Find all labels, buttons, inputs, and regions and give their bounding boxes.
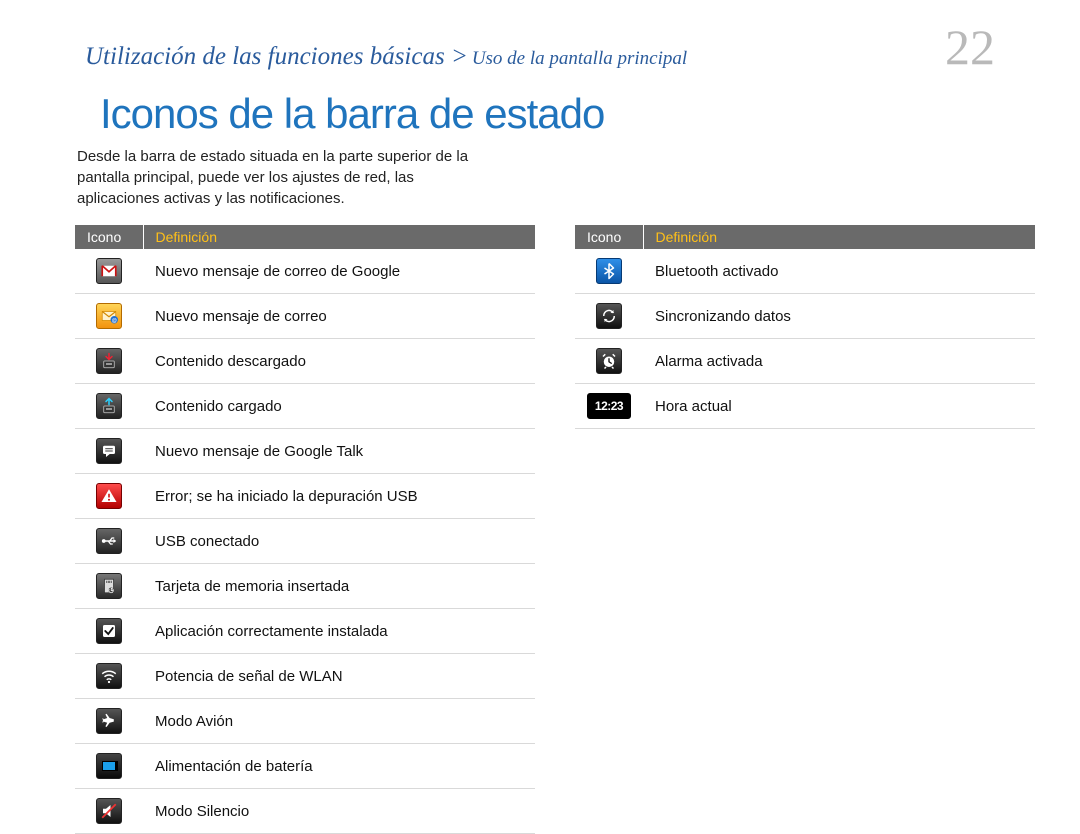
table-row: Modo Silencio [75,789,535,834]
cell-label: Modo Avión [143,699,535,744]
table-row: Modo Avión [75,699,535,744]
intro-text: Desde la barra de estado situada en la p… [0,146,500,225]
time-icon: 12:23 [587,393,631,419]
alarm-icon [596,348,622,374]
cell-label: Error; se ha iniciado la depuración USB [143,474,535,519]
header-definition: Definición [143,225,535,249]
breadcrumb: Utilización de las funciones básicas > U… [85,43,687,71]
cell-label: Alimentación de batería [143,744,535,789]
cell-label: Modo Silencio [143,789,535,834]
cell-label: Potencia de señal de WLAN [143,654,535,699]
right-column: Icono Definición Bluetooth activado Sinc… [575,225,1035,834]
wifi-icon [96,663,122,689]
page-title: Iconos de la barra de estado [0,80,1080,146]
talk-icon [96,438,122,464]
table-row: Nuevo mensaje de Google Talk [75,429,535,474]
cell-label: Hora actual [643,384,1035,429]
mail-icon: @ [96,303,122,329]
cell-label: Nuevo mensaje de correo [143,294,535,339]
cell-label: Tarjeta de memoria insertada [143,564,535,609]
bluetooth-icon [596,258,622,284]
battery-icon [96,753,122,779]
cell-label: Contenido cargado [143,384,535,429]
cell-label: Bluetooth activado [643,249,1035,294]
table-row: Alarma activada [575,339,1035,384]
table-row: Contenido cargado [75,384,535,429]
table-row: Error; se ha iniciado la depuración USB [75,474,535,519]
install-ok-icon [96,618,122,644]
upload-icon [96,393,122,419]
header-definition: Definición [643,225,1035,249]
cell-label: Sincronizando datos [643,294,1035,339]
left-column: Icono Definición Nuevo mensaje de correo… [75,225,535,834]
airplane-icon [96,708,122,734]
page-header: Utilización de las funciones básicas > U… [0,0,1080,80]
svg-text:@: @ [112,318,117,324]
gmail-icon [96,258,122,284]
table-row: Aplicación correctamente instalada [75,609,535,654]
sync-icon [596,303,622,329]
table-row: Bluetooth activado [575,249,1035,294]
icons-table-left: Icono Definición Nuevo mensaje de correo… [75,225,535,834]
cell-label: Nuevo mensaje de correo de Google [143,249,535,294]
cell-label: USB conectado [143,519,535,564]
sdcard-icon [96,573,122,599]
page-number: 22 [945,22,995,72]
table-row: @ Nuevo mensaje de correo [75,294,535,339]
error-icon [96,483,122,509]
cell-label: Nuevo mensaje de Google Talk [143,429,535,474]
cell-label: Contenido descargado [143,339,535,384]
table-row: Contenido descargado [75,339,535,384]
breadcrumb-main: Utilización de las funciones básicas > [85,43,468,70]
table-row: Sincronizando datos [575,294,1035,339]
columns: Icono Definición Nuevo mensaje de correo… [0,225,1080,834]
breadcrumb-sub: Uso de la pantalla principal [472,48,687,69]
silent-icon [96,798,122,824]
usb-icon [96,528,122,554]
table-row: Tarjeta de memoria insertada [75,564,535,609]
table-row: Nuevo mensaje de correo de Google [75,249,535,294]
table-row: 12:23 Hora actual [575,384,1035,429]
table-row: USB conectado [75,519,535,564]
icons-table-right: Icono Definición Bluetooth activado Sinc… [575,225,1035,429]
header-icon: Icono [75,225,143,249]
header-icon: Icono [575,225,643,249]
table-row: Potencia de señal de WLAN [75,654,535,699]
download-icon [96,348,122,374]
cell-label: Alarma activada [643,339,1035,384]
table-row: Alimentación de batería [75,744,535,789]
cell-label: Aplicación correctamente instalada [143,609,535,654]
